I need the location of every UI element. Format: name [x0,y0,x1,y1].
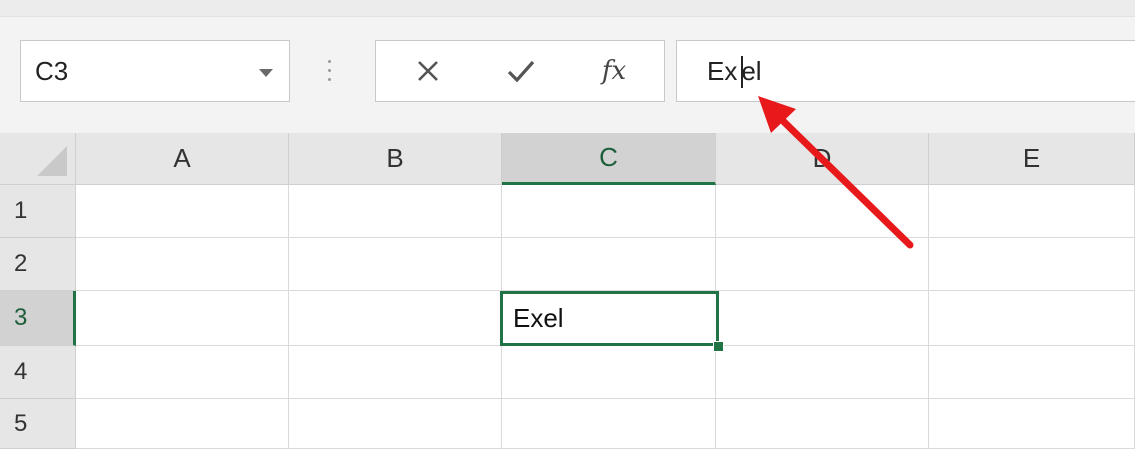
annotation-arrow-shaft [774,112,914,249]
annotation-arrow [758,96,914,249]
